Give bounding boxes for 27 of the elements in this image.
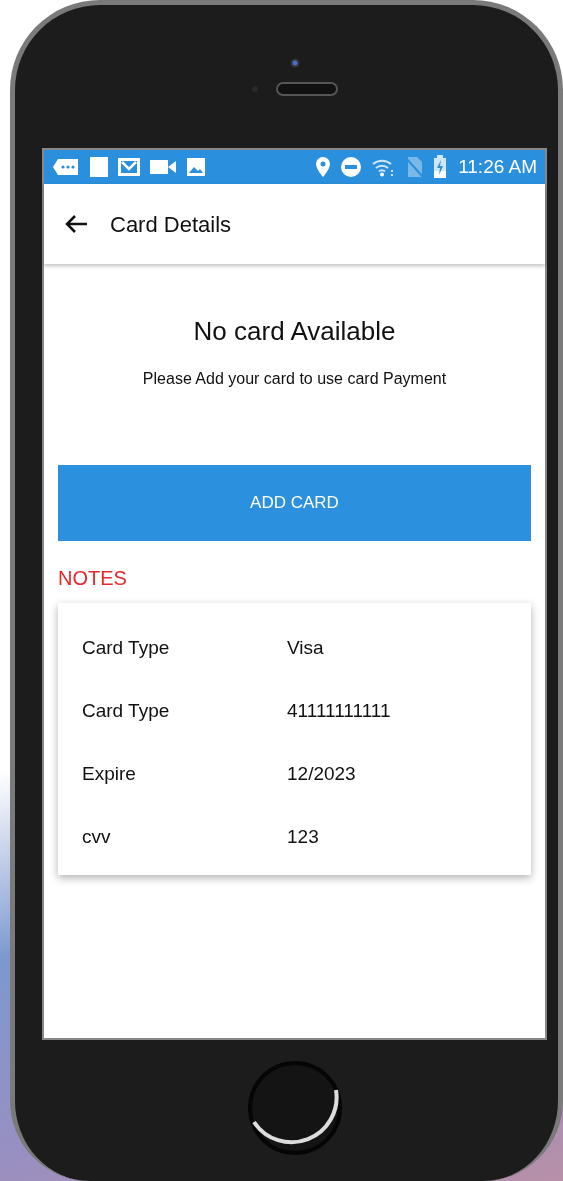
note-value: Visa — [287, 636, 324, 661]
back-arrow-icon[interactable] — [64, 214, 88, 234]
home-button[interactable] — [246, 1060, 343, 1156]
message-icon — [52, 157, 80, 177]
notes-heading: NOTES — [58, 566, 128, 591]
screen-title: Card Details — [110, 210, 232, 239]
note-label: cvv — [81, 825, 112, 850]
empty-state-message: Please Add your card to use card Payment — [141, 369, 448, 389]
note-label: Card Type — [81, 636, 171, 661]
note-label: Card Type — [81, 699, 171, 724]
note-value: 123 — [287, 825, 319, 850]
empty-state-title: No card Available — [192, 315, 397, 348]
note-value: 41111111111 — [287, 699, 391, 724]
video-camera-icon — [149, 158, 177, 176]
clock-time: 11:26 AM — [458, 154, 537, 179]
wifi-icon — [371, 157, 396, 177]
note-label: Expire — [81, 762, 137, 787]
square-icon — [89, 156, 109, 178]
note-value: 12/2023 — [287, 762, 356, 787]
camera-icon — [289, 57, 300, 68]
speaker-icon — [250, 81, 339, 96]
image-icon — [186, 157, 206, 177]
location-pin-icon — [315, 156, 332, 178]
battery-icon — [433, 155, 448, 179]
do-not-disturb-icon — [340, 156, 363, 178]
add-card-button[interactable]: ADD CARD — [58, 465, 531, 541]
mail-icon — [118, 157, 140, 177]
